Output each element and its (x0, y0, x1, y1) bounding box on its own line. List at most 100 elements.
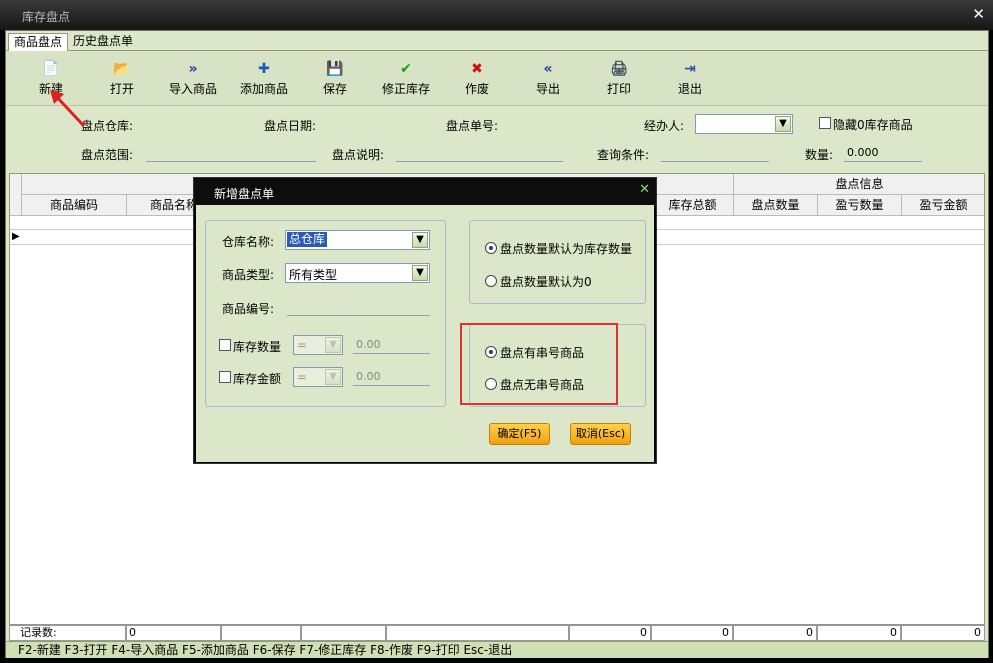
filter-group: 仓库名称: 总仓库 ▼ 商品类型: 所有类型 ▼ 商品编号: 库存数量 = ▼ 0… (205, 220, 446, 407)
toolbar-button-save[interactable]: 💾 保存 (305, 60, 365, 97)
open-icon: 📂 (113, 61, 131, 77)
col-profit-amount[interactable]: 盈亏金额 (902, 195, 984, 216)
toolbar-label: 保存 (322, 82, 347, 96)
product-type-select[interactable]: 所有类型 ▼ (285, 263, 430, 283)
toolbar-label: 打印 (606, 82, 631, 96)
close-icon[interactable]: ✕ (972, 5, 985, 23)
toolbar-label: 导出 (535, 82, 560, 96)
shortcut-hint-bar: F2-新建 F3-打开 F4-导入商品 F5-添加商品 F6-保存 F7-修正库… (6, 641, 988, 658)
radio-default-zero[interactable] (485, 275, 497, 287)
toolbar-button-export[interactable]: « 导出 (518, 60, 578, 97)
radio-default-stock[interactable] (485, 242, 497, 254)
highlight-box (460, 323, 618, 405)
chevron-down-icon[interactable]: ▼ (412, 265, 428, 281)
footer-cell (221, 625, 301, 641)
range-input[interactable] (146, 146, 316, 162)
save-icon: 💾 (326, 61, 344, 77)
col-stock-total[interactable]: 库存总额 (652, 195, 734, 216)
grid-group-header: 盘点信息 (734, 174, 984, 195)
toolbar-label: 导入商品 (168, 82, 217, 96)
warehouse-select[interactable]: 总仓库 ▼ (285, 230, 430, 250)
tab-history[interactable]: 历史盘点单 (68, 33, 138, 51)
stock-qty-checkbox[interactable] (219, 339, 231, 351)
record-count-label: 记录数: (9, 625, 126, 641)
footer-total: 0 (817, 625, 901, 641)
product-code-label: 商品编号: (222, 302, 275, 316)
print-icon: 🖨 (610, 61, 628, 77)
exit-icon: ⇥ (684, 61, 696, 77)
dialog-close-icon[interactable]: ✕ (639, 182, 650, 197)
dialog-title: 新增盘点单 (214, 187, 275, 201)
product-code-input[interactable] (287, 300, 430, 316)
stock-qty-operator[interactable]: = ▼ (293, 335, 343, 355)
toolbar-button-exit[interactable]: ⇥ 退出 (660, 60, 720, 97)
hide-zero-checkbox[interactable] (819, 117, 831, 129)
range-label: 盘点范围: (81, 148, 134, 162)
ok-button[interactable]: 确定(F5) (489, 423, 550, 445)
toolbar-button-plus[interactable]: ✚ 添加商品 (234, 60, 294, 97)
plus-icon: ✚ (258, 61, 270, 77)
order-no-label: 盘点单号: (446, 119, 499, 133)
toolbar-button-cross[interactable]: ✖ 作废 (447, 60, 507, 97)
footer-cell (301, 625, 386, 641)
chevron-down-icon[interactable]: ▼ (325, 337, 341, 353)
footer-total: 0 (651, 625, 733, 641)
chevron-down-icon[interactable]: ▼ (412, 232, 428, 248)
annotation-arrow-icon (50, 90, 86, 128)
stock-amount-input[interactable]: 0.00 (353, 370, 430, 386)
stock-amount-operator[interactable]: = ▼ (293, 367, 343, 387)
desc-input[interactable] (396, 146, 563, 162)
check-icon: ✔ (400, 61, 412, 77)
stock-qty-label: 库存数量 (233, 340, 282, 354)
query-label: 查询条件: (597, 148, 650, 162)
chevron-down-icon[interactable]: ▼ (325, 369, 341, 385)
toolbar-label: 作废 (464, 82, 489, 96)
radio-default-stock-label: 盘点数量默认为库存数量 (500, 242, 633, 256)
inventory-form: 盘点仓库: 盘点日期: 盘点单号: 经办人: ▼ 隐藏0库存商品 盘点范围: 盘… (6, 107, 988, 173)
title-bar: 库存盘点 ✕ (0, 0, 993, 30)
product-type-label: 商品类型: (222, 268, 275, 282)
footer-total: 0 (901, 625, 985, 641)
main-window: 库存盘点 ✕ 商品盘点 历史盘点单 📄 新建 📂 打开» 导入商品 ✚ 添加商品 💾 保存 ✔ 修正… (0, 0, 993, 663)
toolbar-label: 退出 (677, 82, 702, 96)
cancel-button[interactable]: 取消(Esc) (570, 423, 631, 445)
toolbar-button-import[interactable]: » 导入商品 (163, 60, 223, 97)
query-input[interactable] (661, 146, 769, 162)
date-label: 盘点日期: (264, 119, 317, 133)
toolbar-label: 打开 (109, 82, 134, 96)
hide-zero-label: 隐藏0库存商品 (833, 118, 913, 132)
handler-select[interactable]: ▼ (695, 114, 793, 134)
toolbar-button-print[interactable]: 🖨 打印 (589, 60, 649, 97)
col-profit-qty[interactable]: 盈亏数量 (818, 195, 902, 216)
row-pointer-icon: ▶ (12, 231, 20, 242)
footer-total: 0 (569, 625, 651, 641)
product-type-value: 所有类型 (289, 268, 338, 282)
import-icon: » (188, 61, 198, 77)
window-title: 库存盘点 (22, 10, 71, 24)
chevron-down-icon[interactable]: ▼ (775, 116, 791, 132)
col-check-qty[interactable]: 盘点数量 (734, 195, 818, 216)
toolbar-label: 修正库存 (381, 82, 430, 96)
tab-inventory-check[interactable]: 商品盘点 (8, 33, 69, 51)
default-qty-group: 盘点数量默认为库存数量 盘点数量默认为0 (469, 220, 646, 304)
new-check-dialog: 新增盘点单 ✕ 仓库名称: 总仓库 ▼ 商品类型: 所有类型 ▼ 商品编号: 库… (193, 177, 657, 464)
cross-icon: ✖ (471, 61, 483, 77)
toolbar-button-open[interactable]: 📂 打开 (92, 60, 152, 97)
desc-label: 盘点说明: (332, 148, 385, 162)
tab-bar: 商品盘点 历史盘点单 (6, 31, 988, 51)
qty-input[interactable]: 0.000 (844, 146, 922, 162)
qty-label: 数量: (805, 148, 834, 162)
toolbar-label: 添加商品 (239, 82, 288, 96)
toolbar-button-check[interactable]: ✔ 修正库存 (376, 60, 436, 97)
stock-amount-checkbox[interactable] (219, 371, 231, 383)
new-icon: 📄 (42, 61, 60, 77)
footer-cell (386, 625, 569, 641)
footer-total: 0 (733, 625, 817, 641)
toolbar: 📄 新建 📂 打开» 导入商品 ✚ 添加商品 💾 保存 ✔ 修正库存 ✖ 作废 «导出 🖨 打印 ⇥ 退出 (6, 52, 988, 106)
dialog-body: 仓库名称: 总仓库 ▼ 商品类型: 所有类型 ▼ 商品编号: 库存数量 = ▼ 0… (196, 205, 654, 462)
stock-amount-label: 库存金额 (233, 372, 282, 386)
warehouse-name-label: 仓库名称: (222, 235, 275, 249)
stock-qty-input[interactable]: 0.00 (353, 338, 430, 354)
col-product-code[interactable]: 商品编码 (22, 195, 127, 216)
handler-label: 经办人: (644, 119, 685, 133)
